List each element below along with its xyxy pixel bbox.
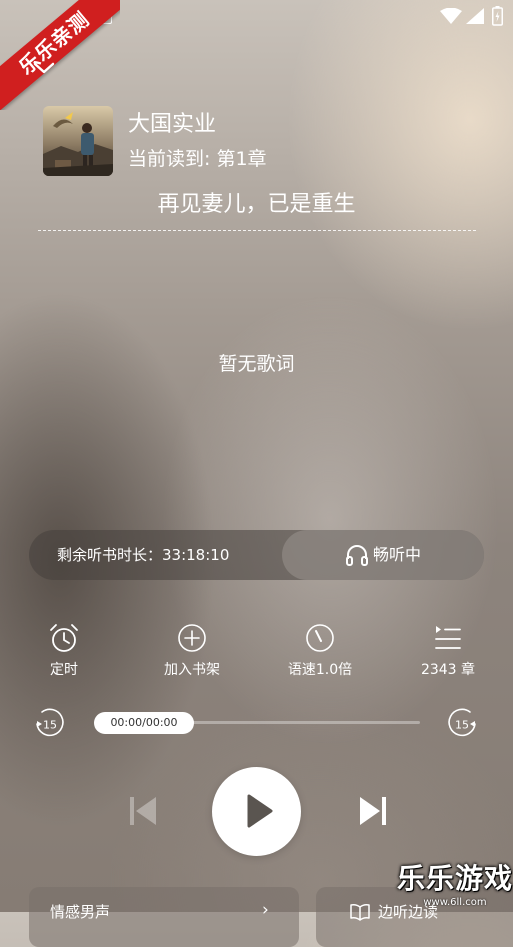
site-logo-text: 乐乐游戏 [397, 862, 513, 895]
headphones-icon [346, 545, 368, 566]
book-cover-image[interactable] [43, 106, 113, 176]
current-chapter-text: 当前读到: 第1章 [128, 148, 267, 170]
speedometer-icon [306, 624, 334, 652]
battery-icon [492, 6, 503, 26]
previous-chapter-icon[interactable] [128, 794, 160, 828]
alarm-clock-icon [50, 624, 78, 652]
unlimited-listen-label: 畅听中 [373, 545, 422, 564]
collapse-chevron-icon[interactable] [32, 58, 56, 78]
wifi-icon [440, 8, 462, 24]
watermark-ribbon-text: 乐乐亲测 [0, 0, 120, 110]
chapter-count-label: 2343 章 [420, 662, 476, 678]
site-logo-url: www.6ll.com [423, 897, 487, 908]
voice-select-label: 情感男声 [50, 903, 111, 921]
chapter-name: 再见妻儿，已是重生 [157, 192, 356, 217]
no-lyrics-text: 暂无歌词 [218, 353, 295, 375]
chapter-list-icon [435, 626, 461, 649]
forward-seconds: 15 [455, 719, 469, 732]
add-circle-icon [178, 624, 206, 652]
rewind-15-icon[interactable]: 15 [33, 707, 67, 741]
site-logo: 乐乐游戏 www.6ll.com [397, 860, 513, 912]
chevron-right-icon: › [262, 900, 269, 920]
book-title: 大国实业 [128, 112, 217, 137]
playback-speed-button[interactable]: 语速1.0倍 [275, 620, 365, 682]
playback-speed-label: 语速1.0倍 [287, 662, 353, 678]
forward-15-icon[interactable]: 15 [445, 707, 479, 741]
timer-button[interactable]: 定时 [19, 620, 109, 682]
timer-label: 定时 [50, 662, 78, 678]
signal-icon [466, 8, 484, 24]
next-chapter-icon[interactable] [356, 794, 388, 828]
play-icon [247, 794, 273, 828]
chapter-list-button[interactable]: 2343 章 [403, 620, 493, 682]
add-to-bookshelf-button[interactable]: 加入书架 [147, 620, 237, 682]
progress-time-thumb[interactable]: 00:00/00:00 [94, 712, 194, 734]
chapter-divider [38, 230, 476, 231]
play-button[interactable] [212, 767, 301, 856]
rewind-seconds: 15 [43, 719, 57, 732]
remaining-time-text: 剩余听书时长：33:18:10 [57, 546, 230, 564]
watermark-ribbon: 乐乐亲测 [0, 0, 120, 110]
add-to-bookshelf-label: 加入书架 [164, 662, 220, 678]
open-book-icon [350, 904, 370, 921]
